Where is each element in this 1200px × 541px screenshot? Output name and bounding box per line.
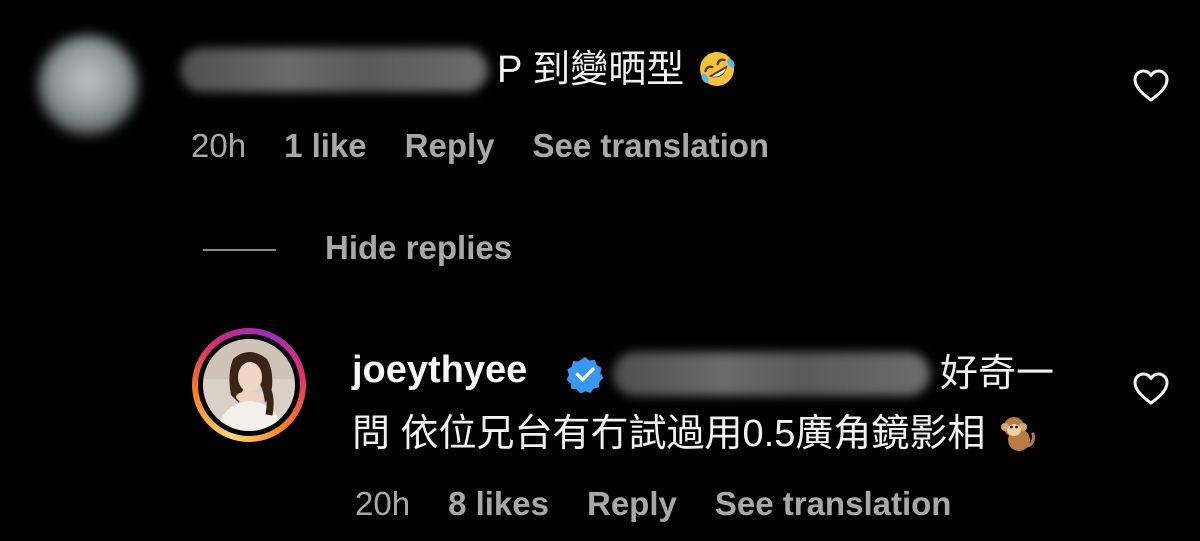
comment-time: 20h — [191, 127, 247, 164]
comment-reply-button[interactable]: Reply — [405, 127, 495, 165]
reply-time: 20h — [355, 485, 411, 522]
rolling-laughing-emoji — [699, 51, 735, 86]
comment-meta: 20h 1 like Reply See translation — [191, 126, 769, 166]
reply-meta: 20h 8 likes Reply See translation — [355, 484, 951, 524]
comment-likes-count[interactable]: 1 like — [284, 127, 367, 165]
mentioned-username-blurred[interactable] — [613, 352, 930, 396]
monkey-emoji — [1000, 416, 1035, 451]
comment-like-heart-icon[interactable] — [1133, 69, 1169, 103]
reply-see-translation-link[interactable]: See translation — [715, 485, 952, 523]
comment-text: P 到變晒型 — [497, 46, 737, 94]
reply-likes-count[interactable]: 8 likes — [448, 485, 549, 523]
reply-text-line2: 問 依位兄台有冇試過用0.5廣角鏡影相 — [352, 410, 1037, 458]
reply-reply-button[interactable]: Reply — [587, 485, 677, 523]
joeythyee-avatar[interactable] — [203, 339, 295, 431]
reply-text-line1: 好奇一 — [940, 353, 1055, 395]
verified-badge-icon — [566, 356, 604, 393]
hide-replies-divider — [203, 249, 276, 251]
reply-body-line2: 問 依位兄台有冇試過用0.5廣角鏡影相 — [352, 413, 986, 455]
commenter-avatar[interactable] — [38, 35, 138, 135]
hide-replies-button[interactable]: Hide replies — [325, 229, 512, 267]
reply-username[interactable]: joeythyee — [352, 349, 527, 392]
comment-see-translation-link[interactable]: See translation — [533, 127, 770, 165]
commenter-username-blurred[interactable] — [180, 48, 488, 92]
comment-body: P 到變晒型 — [497, 49, 685, 91]
reply-like-heart-icon[interactable] — [1133, 372, 1169, 406]
